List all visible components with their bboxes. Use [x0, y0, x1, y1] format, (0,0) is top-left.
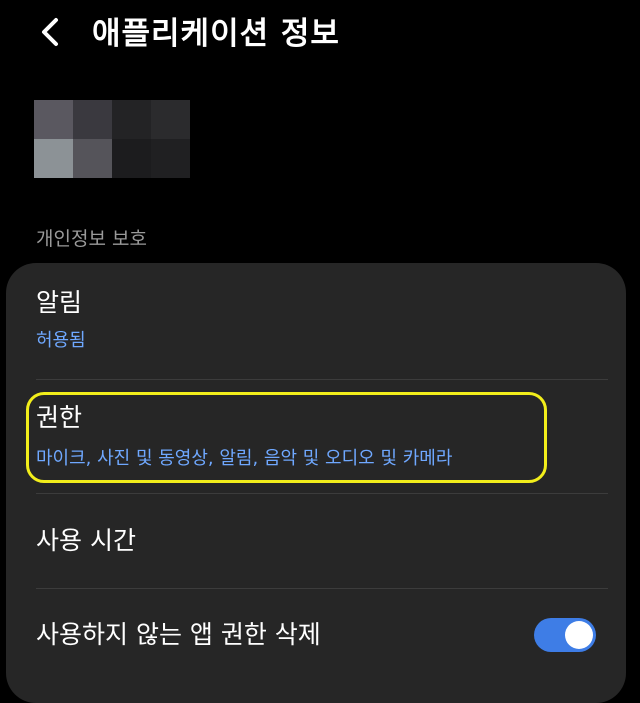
notifications-row[interactable]: 알림 허용됨: [6, 263, 626, 379]
app-icon-pixel: [151, 100, 190, 139]
app-icon-pixel: [34, 139, 73, 178]
remove-permissions-row[interactable]: 사용하지 않는 앱 권한 삭제: [6, 589, 626, 679]
app-icon-pixel: [151, 139, 190, 178]
privacy-card: 알림 허용됨 권한 마이크, 사진 및 동영상, 알림, 음악 및 오디오 및 …: [6, 263, 626, 703]
chevron-left-icon: [42, 18, 58, 46]
page-title: 애플리케이션 정보: [92, 16, 340, 52]
app-icon-pixel: [73, 100, 112, 139]
app-bar: 애플리케이션 정보: [0, 0, 640, 70]
screen-time-title: 사용 시간: [36, 526, 136, 555]
app-icon-pixel: [112, 139, 151, 178]
remove-permissions-title: 사용하지 않는 앱 권한 삭제: [36, 620, 321, 649]
highlight-annotation: [26, 392, 547, 483]
app-icon-pixel: [73, 139, 112, 178]
section-label: 개인정보 보호: [36, 228, 147, 250]
remove-permissions-toggle[interactable]: [534, 618, 596, 652]
back-button[interactable]: [30, 12, 70, 52]
app-icon: [34, 100, 190, 178]
toggle-knob: [565, 621, 593, 649]
screen-time-row[interactable]: 사용 시간: [6, 494, 626, 588]
app-icon-pixel: [34, 100, 73, 139]
notifications-status: 허용됨: [36, 330, 86, 351]
app-icon-pixel: [112, 100, 151, 139]
notifications-title: 알림: [36, 288, 83, 317]
